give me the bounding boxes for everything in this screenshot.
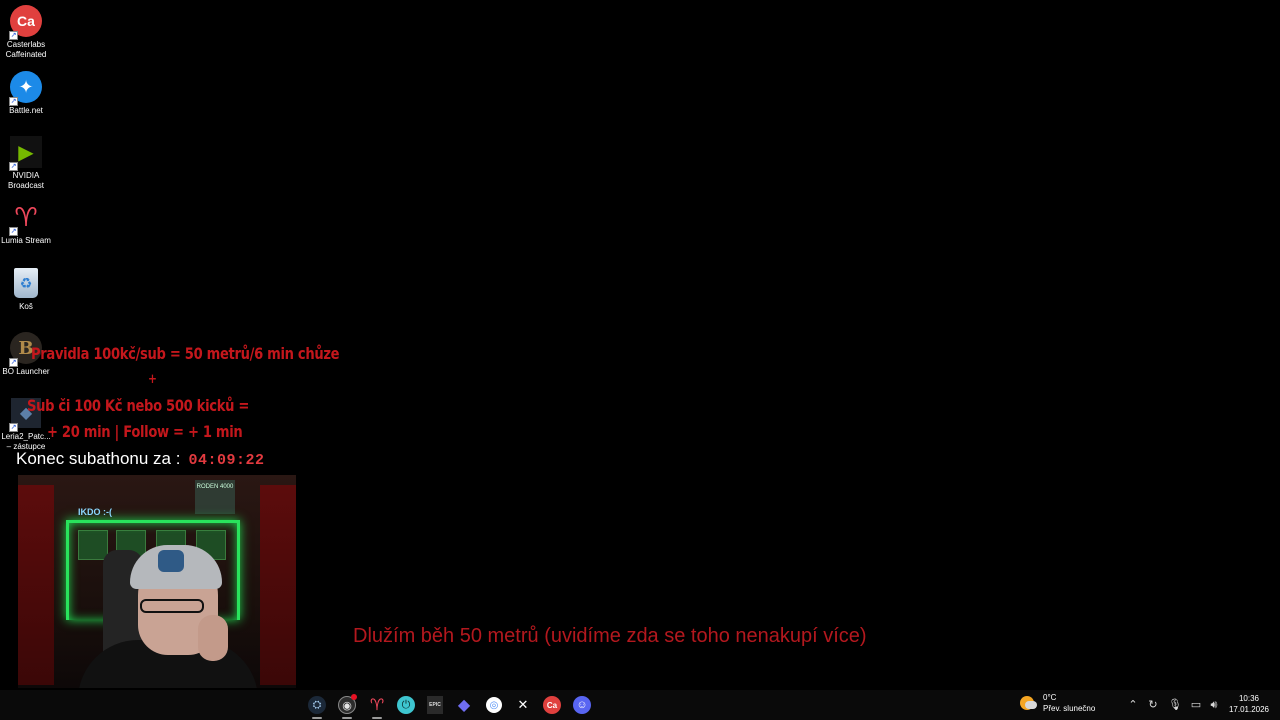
horde-banner-left bbox=[18, 485, 54, 685]
obs-icon[interactable]: ◉ bbox=[336, 694, 358, 719]
taskbar: ⛭ ◉ ♈ ⏻ EPIC ◆ ◎ ✕ Ca ☺ 0°C Přev. sluneč… bbox=[0, 690, 1280, 720]
partly-sunny-icon bbox=[1020, 696, 1037, 710]
lumia-logo-icon: ♈ ↗ bbox=[9, 201, 38, 236]
chevron-up-icon[interactable]: ⌃ bbox=[1126, 698, 1140, 712]
nvidia-broadcast-logo-icon: ▶ ↗ bbox=[9, 135, 43, 171]
recycle-bin-icon: ♻ bbox=[9, 266, 43, 300]
neon-label: IKDO :-( bbox=[78, 507, 112, 517]
system-clock[interactable]: 10:36 17.01.2026 bbox=[1226, 693, 1272, 715]
cap-logo-icon bbox=[158, 550, 184, 572]
desktop-icon-recycle-bin[interactable]: ♻ Koš bbox=[0, 266, 52, 312]
desktop-icon-label: Lumia Stream bbox=[1, 236, 51, 245]
running-indicator bbox=[312, 717, 322, 719]
desktop-icon-label: Casterlabs Caffeinated bbox=[5, 40, 47, 59]
desktop-icon-casterlabs[interactable]: Ca ↗ Casterlabs Caffeinated bbox=[0, 4, 52, 60]
desktop-icon-battlenet[interactable]: ✦ ↗ Battle.net bbox=[0, 70, 52, 116]
weather-widget[interactable]: 0°C Přev. slunečno bbox=[1020, 692, 1095, 714]
glasses bbox=[140, 599, 204, 613]
caffeinated-logo-icon: Ca ↗ bbox=[9, 4, 43, 40]
shortcut-arrow-icon: ↗ bbox=[9, 227, 18, 236]
clock-time: 10:36 bbox=[1238, 694, 1260, 703]
rules-line-1: Pravidla 100kč/sub = 50 metrů/6 min chůz… bbox=[31, 344, 340, 363]
epic-games-icon[interactable]: EPIC bbox=[424, 694, 446, 716]
shortcut-arrow-icon: ↗ bbox=[9, 97, 18, 106]
network-icon[interactable]: ▭ bbox=[1189, 698, 1203, 712]
caffeinated-icon[interactable]: Ca bbox=[541, 694, 563, 716]
desktop-icon-label: Koš bbox=[19, 302, 33, 311]
timer-value: 04:09:22 bbox=[188, 452, 265, 469]
webcam-feed: RODEN 4000 IKDO :-( bbox=[18, 475, 296, 688]
desktop-icon-label: BO Launcher bbox=[2, 367, 50, 376]
desktop-icon-label: Battle.net bbox=[9, 106, 43, 115]
battlenet-logo-icon: ✦ ↗ bbox=[9, 70, 43, 106]
shortcut-arrow-icon: ↗ bbox=[9, 162, 18, 171]
arrow-app-icon[interactable]: ◆ bbox=[453, 694, 475, 716]
speaker-icon[interactable]: 🔊︎ bbox=[1207, 698, 1221, 712]
running-indicator bbox=[372, 717, 382, 719]
streamer-hand bbox=[198, 615, 228, 661]
weather-desc: Přev. slunečno bbox=[1043, 704, 1096, 713]
subathon-timer: Konec subathonu za : 04:09:22 bbox=[16, 449, 264, 469]
power-icon[interactable]: ⏻ bbox=[395, 694, 417, 716]
debt-notice: Dlužím běh 50 metrů (uvidíme zda se toho… bbox=[353, 625, 867, 647]
timer-label: Konec subathonu za : bbox=[16, 449, 181, 468]
shortcut-arrow-icon: ↗ bbox=[9, 423, 18, 432]
steam-icon[interactable]: ⛭ bbox=[306, 694, 328, 719]
rules-line-3: + 20 min | Follow = + 1 min bbox=[47, 422, 243, 441]
lumia-icon[interactable]: ♈ bbox=[366, 694, 388, 719]
shortcut-arrow-icon: ↗ bbox=[9, 358, 18, 367]
desktop-icon-lumia-stream[interactable]: ♈ ↗ Lumia Stream bbox=[0, 200, 52, 246]
shortcut-arrow-icon: ↗ bbox=[9, 31, 18, 40]
weather-temp: 0°C bbox=[1043, 693, 1057, 702]
discord-icon[interactable]: ☺ bbox=[571, 694, 593, 716]
horde-banner-right bbox=[260, 485, 296, 685]
ubisoft-icon[interactable]: ◎ bbox=[483, 694, 505, 716]
unreal-icon[interactable]: ✕ bbox=[512, 694, 534, 716]
running-indicator bbox=[342, 717, 352, 719]
notification-dot bbox=[351, 694, 357, 700]
refresh-icon[interactable]: ↻ bbox=[1146, 698, 1160, 712]
microphone-icon[interactable]: 🎙︎ bbox=[1168, 698, 1182, 712]
desktop-icon-nvidia-broadcast[interactable]: ▶ ↗ NVIDIA Broadcast bbox=[0, 135, 52, 191]
rules-plus-sign: + bbox=[148, 372, 157, 387]
clock-date: 17.01.2026 bbox=[1228, 705, 1270, 714]
desktop-icon-label: NVIDIA Broadcast bbox=[7, 171, 45, 190]
poster: RODEN 4000 bbox=[195, 480, 235, 514]
rules-line-2: Sub či 100 Kč nebo 500 kicků = bbox=[27, 396, 250, 415]
